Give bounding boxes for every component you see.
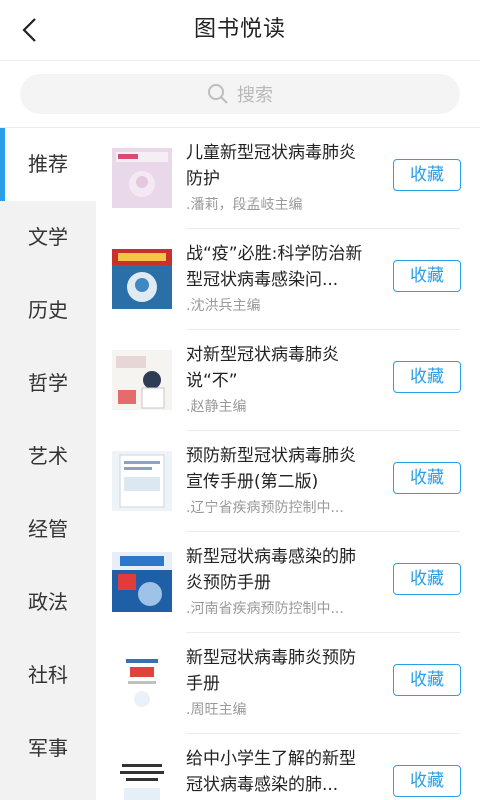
search-area: 搜索 [0,61,480,128]
sidebar-item-art[interactable]: 艺术 [0,420,96,493]
sidebar-item-social-science[interactable]: 社科 [0,639,96,712]
favorite-button[interactable]: 收藏 [393,563,461,595]
book-title: 战“疫”必胜:科学防治新型冠状病毒感染问... [186,244,363,290]
book-title: 给中小学生了解的新型冠状病毒感染的肺... [186,749,356,795]
favorite-button[interactable]: 收藏 [393,462,461,494]
sidebar-item-economics[interactable]: 经管 [0,493,96,566]
book-cover-image [112,249,172,309]
favorite-button[interactable]: 收藏 [393,765,461,797]
top-bar: 图书悦读 [0,0,480,61]
sidebar-item-philosophy[interactable]: 哲学 [0,347,96,420]
list-item[interactable]: 儿童新型冠状病毒肺炎防护 .潘莉，段孟岐主编 收藏 [96,128,480,229]
sidebar-item-military[interactable]: 军事 [0,712,96,785]
book-title: 对新型冠状病毒肺炎说“不” [186,345,339,391]
category-sidebar: 推荐 文学 历史 哲学 艺术 经管 政法 社科 军事 [0,128,96,800]
list-item[interactable]: 预防新型冠状病毒肺炎宣传手册(第二版) .辽宁省疾病预防控制中... 收藏 [96,431,480,532]
list-item[interactable]: 战“疫”必胜:科学防治新型冠状病毒感染问... .沈洪兵主编 收藏 [96,229,480,330]
sidebar-item-literature[interactable]: 文学 [0,201,96,274]
search-icon [208,84,228,104]
book-author: .沈洪兵主编 [186,298,261,314]
book-author: .潘莉，段孟岐主编 [186,197,303,213]
book-author: .辽宁省疾病预防控制中... [186,500,344,516]
book-cover-image [112,350,172,410]
favorite-button[interactable]: 收藏 [393,260,461,292]
book-title: 新型冠状病毒感染的肺炎预防手册 [186,547,356,593]
sidebar-item-history[interactable]: 历史 [0,274,96,347]
book-author: .赵静主编 [186,399,247,415]
book-cover-image [112,451,172,511]
list-item[interactable]: 新型冠状病毒感染的肺炎预防手册 .河南省疾病预防控制中... 收藏 [96,532,480,633]
book-title: 新型冠状病毒肺炎预防手册 [186,648,356,694]
book-cover-image [112,754,172,800]
search-input[interactable]: 搜索 [20,74,460,114]
book-list: 儿童新型冠状病毒肺炎防护 .潘莉，段孟岐主编 收藏 战“疫”必胜:科学防治新型冠… [96,128,480,800]
list-item[interactable]: 给中小学生了解的新型冠状病毒感染的肺... 收藏 [96,734,480,800]
book-title: 预防新型冠状病毒肺炎宣传手册(第二版) [186,446,356,492]
book-cover-image [112,653,172,713]
book-author: .河南省疾病预防控制中... [186,601,344,617]
book-author: .周旺主编 [186,702,247,718]
sidebar-item-law[interactable]: 政法 [0,566,96,639]
list-item[interactable]: 对新型冠状病毒肺炎说“不” .赵静主编 收藏 [96,330,480,431]
favorite-button[interactable]: 收藏 [393,159,461,191]
book-cover-image [112,148,172,208]
sidebar-item-recommend[interactable]: 推荐 [0,128,96,201]
page-title: 图书悦读 [193,17,286,42]
book-cover-image [112,552,172,612]
favorite-button[interactable]: 收藏 [393,664,461,696]
list-item[interactable]: 新型冠状病毒肺炎预防手册 .周旺主编 收藏 [96,633,480,734]
search-placeholder: 搜索 [237,85,273,106]
favorite-button[interactable]: 收藏 [393,361,461,393]
book-title: 儿童新型冠状病毒肺炎防护 [186,143,356,189]
